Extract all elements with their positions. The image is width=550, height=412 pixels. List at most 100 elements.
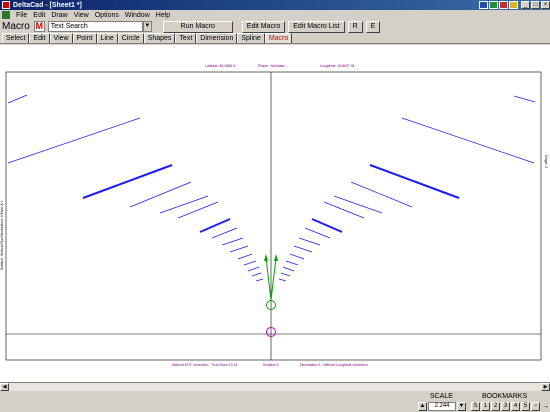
edit-macro-list-button[interactable]: Edit Macro List	[288, 20, 345, 33]
close-button[interactable]: ×	[541, 1, 550, 9]
title-bar: DeltaCad - [Sheet1 *] _ □ ×	[0, 0, 550, 10]
scroll-right-icon[interactable]: ▶	[541, 383, 550, 391]
tab-point[interactable]: Point	[72, 33, 97, 43]
menu-edit[interactable]: Edit	[30, 12, 48, 19]
menu-draw[interactable]: Draw	[48, 12, 70, 19]
e-button[interactable]: E	[365, 20, 381, 33]
green-arrowhead-left	[264, 254, 268, 261]
hour-line-segment	[285, 260, 299, 266]
menu-bar: File Edit Draw View Options Window Help	[0, 10, 550, 20]
bookmark-4[interactable]: 4	[511, 402, 520, 411]
system-tray	[479, 1, 518, 9]
green-arrow-right	[270, 257, 277, 301]
tab-select[interactable]: Select	[2, 33, 30, 43]
hour-line-segment	[247, 266, 260, 272]
hour-line-segment	[251, 272, 262, 277]
tab-edit[interactable]: Edit	[29, 33, 50, 43]
hour-line-segment	[211, 227, 238, 239]
macro-label: Macro	[2, 21, 30, 32]
hour-line-segment	[298, 237, 321, 246]
hour-line-segment	[7, 94, 28, 104]
app-tray-icon[interactable]	[499, 1, 508, 9]
tab-shapes[interactable]: Shapes	[143, 33, 176, 43]
hour-line-segment	[129, 181, 192, 208]
hour-line-segment	[293, 245, 313, 253]
app-icon[interactable]	[2, 1, 10, 9]
hour-line-segment	[350, 181, 413, 208]
bottom-label-eot: Without EOT correction - True Noon 13:14	[172, 363, 238, 367]
bottom-label-rotation: Rotation 0	[263, 363, 279, 367]
scale-down-icon[interactable]: ▼	[457, 402, 466, 411]
left-side-label: Surface: Vertical Dial Declination: 0 Ea…	[0, 200, 4, 270]
r-button[interactable]: R	[347, 20, 363, 33]
hour-line-segment	[243, 260, 257, 266]
edit-macro-button[interactable]: Edit Macro	[241, 20, 286, 33]
hour-line-segment	[82, 164, 173, 199]
hour-line-segment	[311, 218, 343, 233]
hour-line-segment	[237, 253, 253, 260]
hour-line-segment	[7, 117, 141, 164]
tab-strip: Select Edit View Point Line Circle Shape…	[0, 33, 550, 44]
tab-spline[interactable]: Spline	[237, 33, 265, 43]
hour-lines	[7, 94, 536, 282]
tab-macro[interactable]: Macro	[264, 33, 293, 43]
hour-line-segment	[229, 245, 249, 253]
right-side-label: Origin: 2	[544, 155, 548, 168]
horizontal-scrollbar[interactable]: ◀ ▶	[0, 382, 550, 391]
hour-line-segment	[333, 195, 383, 214]
drawing-canvas[interactable]: Latitude: 55.2888 N Phase - Meridian Lon…	[0, 45, 550, 382]
hour-line-segment	[401, 117, 535, 164]
document-icon[interactable]	[2, 11, 10, 19]
menu-options[interactable]: Options	[92, 12, 122, 19]
hour-line-segment	[289, 253, 305, 260]
hour-line-segment	[369, 164, 460, 199]
green-arrowhead-right	[274, 254, 278, 261]
chevron-down-icon[interactable]: ▼	[142, 21, 152, 32]
macro-toolbar: Macro M Text Search ▼ Run Macro Edit Mac…	[0, 20, 550, 33]
scroll-left-icon[interactable]: ◀	[0, 383, 9, 391]
run-macro-button[interactable]: Run Macro	[162, 20, 233, 33]
maximize-button[interactable]: □	[531, 1, 540, 9]
menu-help[interactable]: Help	[153, 12, 173, 19]
menu-window[interactable]: Window	[122, 12, 153, 19]
menu-view[interactable]: View	[71, 12, 92, 19]
bookmarks-label: BOOKMARKS	[482, 393, 528, 400]
hour-line-segment	[278, 278, 287, 282]
arrow-right-icon[interactable]: →	[542, 403, 549, 410]
hour-line-segment	[159, 195, 209, 214]
zoom-out-icon[interactable]: −	[531, 402, 540, 411]
bookmark-2[interactable]: 2	[491, 402, 500, 411]
drawing-svg[interactable]: Latitude: 55.2888 N Phase - Meridian Lon…	[0, 45, 550, 382]
scale-label: SCALE	[430, 393, 453, 400]
window-title: DeltaCad - [Sheet1 *]	[13, 1, 82, 9]
tab-text[interactable]: Text	[175, 33, 197, 43]
top-label-longitude: Longitude: 16.8057 W	[320, 64, 355, 68]
bookmark-s[interactable]: S	[471, 402, 480, 411]
hour-line-segment	[199, 218, 231, 233]
tab-dimension[interactable]: Dimension	[196, 33, 238, 43]
status-bar: SCALE ▲ 2.244 ▼ BOOKMARKS S 1 2 3 4 5 − …	[0, 391, 550, 412]
tab-view[interactable]: View	[49, 33, 73, 43]
top-label-latitude: Latitude: 55.2888 N	[205, 64, 236, 68]
macro-select[interactable]: Text Search	[47, 21, 143, 32]
folder-icon[interactable]	[509, 1, 518, 9]
bookmark-1[interactable]: 1	[481, 402, 490, 411]
top-label-phase: Phase - Meridian	[258, 64, 285, 68]
tab-circle[interactable]: Circle	[117, 33, 144, 43]
green-arrow-left	[265, 257, 272, 301]
tab-line[interactable]: Line	[96, 33, 118, 43]
minimize-button[interactable]: _	[521, 1, 530, 9]
hour-line-segment	[221, 237, 244, 246]
word-icon[interactable]	[479, 1, 488, 9]
bottom-label-declination: Declination 0 - Without Longitude correc…	[300, 363, 368, 367]
scale-up-icon[interactable]: ▲	[418, 402, 427, 411]
scale-value[interactable]: 2.244	[428, 402, 456, 411]
hour-line-segment	[513, 95, 536, 103]
hour-line-segment	[280, 272, 291, 277]
macro-icon[interactable]: M	[33, 21, 45, 32]
hour-line-segment	[282, 266, 295, 272]
bookmark-5[interactable]: 5	[521, 402, 530, 411]
excel-icon[interactable]	[489, 1, 498, 9]
menu-file[interactable]: File	[13, 12, 30, 19]
bookmark-3[interactable]: 3	[501, 402, 510, 411]
